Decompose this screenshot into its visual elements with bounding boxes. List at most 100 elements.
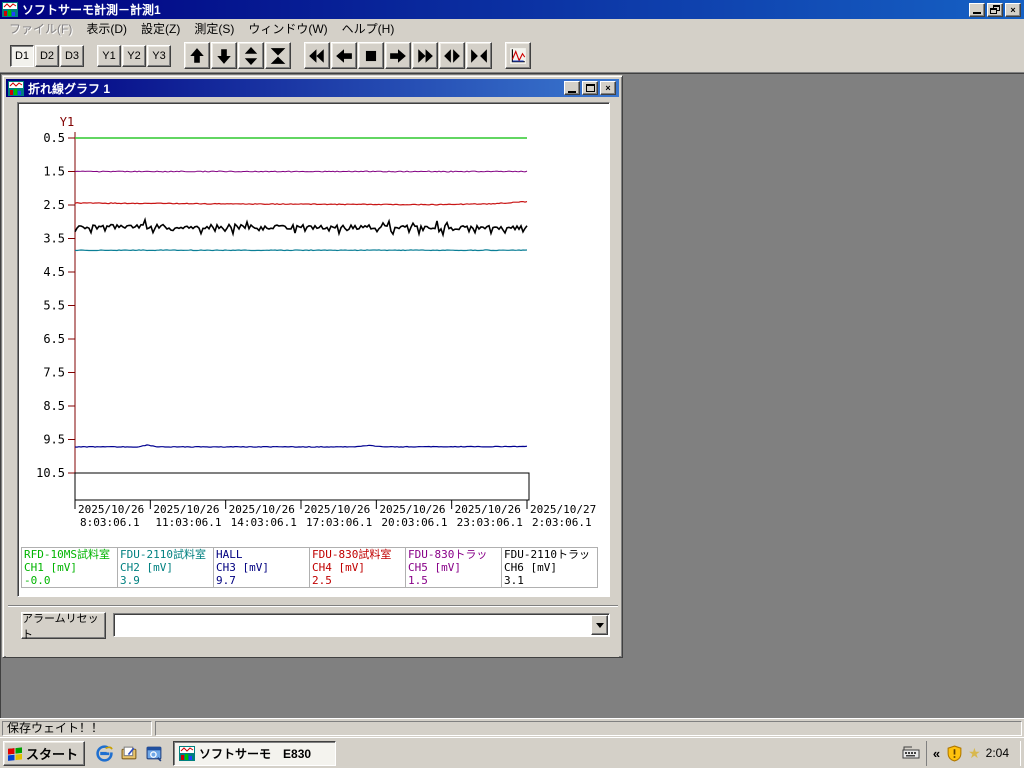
- status-message: 保存ウェイト！！: [2, 720, 152, 736]
- arrow-up-icon: [190, 47, 204, 63]
- scroll-down-button[interactable]: [211, 42, 237, 69]
- graph-window-titlebar[interactable]: 折れ線グラフ 1 ×: [6, 79, 619, 97]
- legend-value: 2.5: [312, 574, 332, 587]
- graph-maximize-button[interactable]: [582, 81, 598, 95]
- toolbar-d3-button[interactable]: D3: [60, 44, 84, 67]
- expand-horizontal-icon: [444, 48, 460, 63]
- restore-button[interactable]: [987, 2, 1003, 17]
- svg-text:0.5: 0.5: [43, 131, 65, 145]
- alarm-combobox[interactable]: [113, 613, 610, 637]
- svg-text:10.5: 10.5: [36, 466, 65, 480]
- maximize-icon: [585, 84, 595, 92]
- menu-help[interactable]: ヘルプ(H): [335, 18, 402, 39]
- toolbar-d2-button[interactable]: D2: [35, 44, 59, 67]
- main-titlebar[interactable]: ソフトサーモ計測－計測1 ×: [0, 0, 1024, 19]
- arrow-down-icon: [217, 48, 231, 64]
- toolbar-y2-button[interactable]: Y2: [122, 44, 146, 67]
- alarm-combobox-value[interactable]: [114, 614, 590, 636]
- expand-vertical-button[interactable]: [238, 42, 264, 69]
- app-icon: [2, 2, 18, 17]
- ie-icon[interactable]: [95, 744, 113, 762]
- chart-view-button[interactable]: [505, 42, 531, 69]
- minimize-icon: [568, 90, 576, 93]
- legend-item-ch1: RFD-10MS試料室 CH1 [mV] -0.0: [21, 547, 118, 588]
- start-button[interactable]: スタート: [3, 740, 86, 766]
- alarm-reset-button[interactable]: アラームリセット: [21, 612, 106, 641]
- collapse-vertical-button[interactable]: [265, 42, 291, 69]
- ie-window-icon[interactable]: [145, 744, 163, 762]
- step-left-button[interactable]: [331, 42, 357, 69]
- toolbar-y3-button[interactable]: Y3: [147, 44, 171, 67]
- legend-item-ch4: FDU-830試料室 CH4 [mV] 2.5: [309, 547, 406, 588]
- graph-window: 折れ線グラフ 1 × Y1 0.5 1.5 2.5 3.5 4.5 5.5 6.5 7.5 8.5…: [2, 75, 623, 658]
- collapse-horizontal-button[interactable]: [466, 42, 492, 69]
- security-shield-icon[interactable]: [945, 744, 963, 762]
- close-button[interactable]: ×: [1005, 2, 1021, 17]
- svg-text:2025/10/27: 2025/10/27: [530, 503, 596, 516]
- fast-forward-button[interactable]: [412, 42, 438, 69]
- menu-settings[interactable]: 設定(Z): [134, 18, 187, 39]
- star-icon[interactable]: ★: [968, 745, 981, 762]
- legend-device: FDU-2110トラッ: [504, 548, 590, 561]
- svg-text:1.5: 1.5: [43, 165, 65, 179]
- graph-minimize-button[interactable]: [564, 81, 580, 95]
- svg-text:6.5: 6.5: [43, 332, 65, 346]
- svg-text:2025/10/26: 2025/10/26: [455, 503, 521, 516]
- graph-close-button[interactable]: ×: [600, 81, 616, 95]
- expand-horizontal-button[interactable]: [439, 42, 465, 69]
- legend-channel: CH5 [mV]: [408, 561, 461, 574]
- svg-text:20:03:06.1: 20:03:06.1: [381, 516, 447, 529]
- statusbar: 保存ウェイト！！: [0, 718, 1024, 737]
- toolbar-y1-button[interactable]: Y1: [97, 44, 121, 67]
- line-chart-icon: [510, 47, 526, 64]
- svg-text:2025/10/26: 2025/10/26: [153, 503, 219, 516]
- legend-device: HALL: [216, 548, 243, 561]
- legend-value: 3.9: [120, 574, 140, 587]
- toolbar-d1-button[interactable]: D1: [10, 44, 34, 67]
- svg-text:5.5: 5.5: [43, 299, 65, 313]
- menubar: ファイル(F) 表示(D) 設定(Z) 測定(S) ウィンドウ(W) ヘルプ(H…: [0, 19, 1024, 39]
- fast-rewind-button[interactable]: [304, 42, 330, 69]
- double-left-icon: [309, 48, 324, 63]
- chart-legend: RFD-10MS試料室 CH1 [mV] -0.0 FDU-2110試料室 CH…: [21, 547, 598, 588]
- taskbar: スタート ソフトサーモ E830 « ★ 2:04: [0, 737, 1024, 768]
- close-icon: ×: [605, 83, 611, 93]
- tray-chevron-button[interactable]: «: [933, 746, 940, 761]
- menu-file[interactable]: ファイル(F): [2, 18, 79, 39]
- taskbar-item-softthermo[interactable]: ソフトサーモ E830: [173, 740, 337, 766]
- window-title: ソフトサーモ計測－計測1: [22, 3, 161, 17]
- chevron-down-icon: [595, 622, 604, 628]
- legend-item-ch2: FDU-2110試料室 CH2 [mV] 3.9: [117, 547, 214, 588]
- svg-text:2025/10/26: 2025/10/26: [78, 503, 144, 516]
- scroll-up-button[interactable]: [184, 42, 210, 69]
- arrow-right-icon: [390, 48, 406, 63]
- legend-item-ch3: HALL CH3 [mV] 9.7: [213, 547, 310, 588]
- show-desktop-icon[interactable]: [120, 744, 138, 762]
- svg-text:2025/10/26: 2025/10/26: [304, 503, 370, 516]
- menu-measure[interactable]: 測定(S): [187, 18, 241, 39]
- step-right-button[interactable]: [385, 42, 411, 69]
- svg-text:2.5: 2.5: [43, 198, 65, 212]
- legend-value: -0.0: [24, 574, 51, 587]
- svg-text:14:03:06.1: 14:03:06.1: [231, 516, 297, 529]
- keyboard-icon[interactable]: [902, 744, 920, 762]
- divider: [8, 605, 618, 607]
- stop-button[interactable]: [358, 42, 384, 69]
- menu-window[interactable]: ウィンドウ(W): [241, 18, 334, 39]
- legend-channel: CH6 [mV]: [504, 561, 557, 574]
- quick-launch: [95, 744, 163, 762]
- minimize-icon: [973, 12, 981, 14]
- svg-text:3.5: 3.5: [43, 232, 65, 246]
- system-tray: « ★ 2:04: [902, 740, 1021, 766]
- alarm-combobox-dropdown-button[interactable]: [591, 615, 608, 635]
- legend-item-ch5: FDU-830トラッ CH5 [mV] 1.5: [405, 547, 502, 588]
- legend-channel: CH1 [mV]: [24, 561, 77, 574]
- graph-window-body: Y1 0.5 1.5 2.5 3.5 4.5 5.5 6.5 7.5 8.5 9.5 10.5 2025…: [6, 97, 619, 657]
- menu-view[interactable]: 表示(D): [79, 18, 134, 39]
- minimize-button[interactable]: [969, 2, 985, 17]
- legend-device: FDU-2110試料室: [120, 548, 206, 561]
- status-panel-empty: [155, 720, 1022, 736]
- svg-text:2025/10/26: 2025/10/26: [379, 503, 445, 516]
- svg-text:2025/10/26: 2025/10/26: [229, 503, 295, 516]
- chart-panel: Y1 0.5 1.5 2.5 3.5 4.5 5.5 6.5 7.5 8.5 9.5 10.5 2025…: [17, 102, 610, 597]
